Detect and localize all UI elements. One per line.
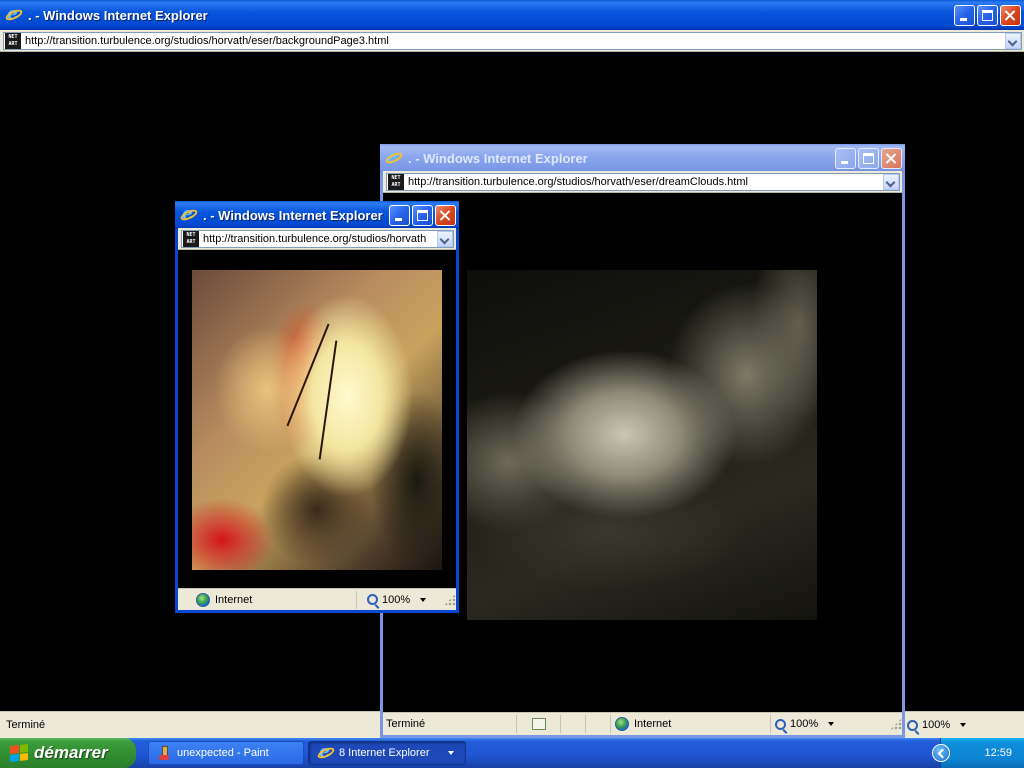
maximize-button[interactable] [412, 204, 433, 226]
address-dropdown-button[interactable] [437, 230, 453, 247]
close-button[interactable] [881, 147, 902, 169]
status-progress-cell [516, 715, 560, 733]
address-field[interactable]: NET ART http://transition.turbulence.org… [3, 31, 1022, 50]
taskbar-item-paint[interactable]: unexpected - Paint [148, 741, 304, 765]
resize-grip[interactable] [444, 593, 456, 606]
chevron-left-icon[interactable] [932, 744, 950, 762]
address-bar: NET ART http://transition.turbulence.org… [0, 30, 1024, 52]
status-bar: Terminé Internet 100% [383, 712, 902, 735]
image-mark [286, 323, 330, 427]
net-art-icon: NET ART [388, 173, 404, 190]
minimize-button[interactable] [954, 4, 975, 26]
status-bar: Internet 100% [178, 588, 456, 610]
zoom-control[interactable]: 100% [902, 716, 1022, 734]
magnifier-icon [367, 594, 378, 605]
address-dropdown-button[interactable] [883, 173, 899, 190]
fire-browser-window: e . - Windows Internet Explorer NET ART … [175, 201, 459, 613]
zoom-control[interactable]: 100% [770, 715, 862, 733]
windows-flag-icon [10, 744, 28, 762]
group-dropdown-icon [447, 751, 454, 755]
paint-icon [157, 746, 171, 760]
zoom-dropdown-icon [420, 597, 427, 602]
start-label: démarrer [34, 743, 108, 762]
fire-image [192, 270, 442, 570]
background-window-titlebar[interactable]: e . - Windows Internet Explorer [0, 0, 1024, 30]
minimize-button[interactable] [389, 204, 410, 226]
clouds-image [467, 270, 817, 620]
net-art-icon: NET ART [183, 230, 199, 247]
address-url[interactable]: http://transition.turbulence.org/studios… [25, 35, 1005, 47]
zone-label: Internet [215, 593, 253, 606]
window-title: . - Windows Internet Explorer [203, 207, 383, 223]
zoom-dropdown-icon [828, 722, 835, 726]
resize-grip[interactable] [890, 718, 902, 730]
zoom-control[interactable]: 100% [356, 590, 434, 609]
address-bar: NET ART http://transition.turbulence.org… [383, 171, 902, 193]
page-status-icon [531, 718, 546, 730]
taskbar-item-label: unexpected - Paint [177, 747, 269, 759]
address-url[interactable]: http://transition.turbulence.org/studios… [203, 233, 437, 245]
address-dropdown-button[interactable] [1005, 32, 1021, 49]
ie-icon: e [4, 4, 24, 24]
ie-icon: e [316, 742, 336, 762]
zone-label: Internet [634, 718, 672, 730]
taskbar-item-internet-explorer[interactable]: e 8 Internet Explorer [308, 741, 466, 765]
close-icon [882, 149, 901, 168]
maximize-icon [417, 209, 428, 221]
maximize-button[interactable] [858, 147, 879, 169]
minimize-icon [960, 17, 967, 21]
window-title: . - Windows Internet Explorer [28, 7, 208, 23]
system-tray: 12:59 [932, 738, 1024, 768]
maximize-icon [982, 9, 993, 21]
status-text: Terminé [386, 718, 426, 730]
start-button[interactable]: démarrer [0, 738, 136, 768]
globe-icon [196, 592, 210, 607]
address-bar: NET ART http://transition.turbulence.org… [178, 228, 456, 250]
zoom-level: 100% [922, 719, 951, 731]
close-icon [436, 206, 455, 225]
address-field[interactable]: NET ART http://transition.turbulence.org… [386, 172, 900, 191]
close-icon [1001, 6, 1020, 25]
clouds-window-titlebar[interactable]: e . - Windows Internet Explorer [380, 144, 905, 172]
zoom-level: 100% [790, 718, 819, 730]
close-button[interactable] [435, 204, 456, 226]
taskbar: démarrer unexpected - Paint e 8 Internet… [0, 738, 1024, 768]
close-button[interactable] [1000, 4, 1021, 26]
maximize-icon [863, 152, 874, 164]
fire-window-titlebar[interactable]: e . - Windows Internet Explorer [175, 201, 459, 229]
security-zone: Internet [610, 715, 770, 733]
security-zone: Internet [178, 591, 356, 609]
window-title: . - Windows Internet Explorer [408, 150, 588, 166]
minimize-icon [841, 160, 848, 164]
status-cell [560, 715, 585, 733]
address-field[interactable]: NET ART http://transition.turbulence.org… [181, 229, 454, 248]
zoom-dropdown-icon [960, 723, 967, 727]
taskbar-item-label: 8 Internet Explorer [339, 747, 430, 759]
magnifier-icon [775, 718, 786, 730]
ie-icon: e [384, 147, 404, 167]
clock: 12:59 [984, 747, 1012, 759]
ie-icon: e [179, 204, 199, 224]
globe-icon [615, 717, 629, 731]
status-cell [585, 715, 610, 733]
zoom-level: 100% [382, 593, 411, 606]
minimize-button[interactable] [835, 147, 856, 169]
net-art-icon: NET ART [5, 32, 21, 49]
magnifier-icon [907, 719, 918, 731]
image-mark [318, 340, 338, 460]
maximize-button[interactable] [977, 4, 998, 26]
address-url[interactable]: http://transition.turbulence.org/studios… [408, 176, 883, 188]
minimize-icon [395, 217, 402, 221]
